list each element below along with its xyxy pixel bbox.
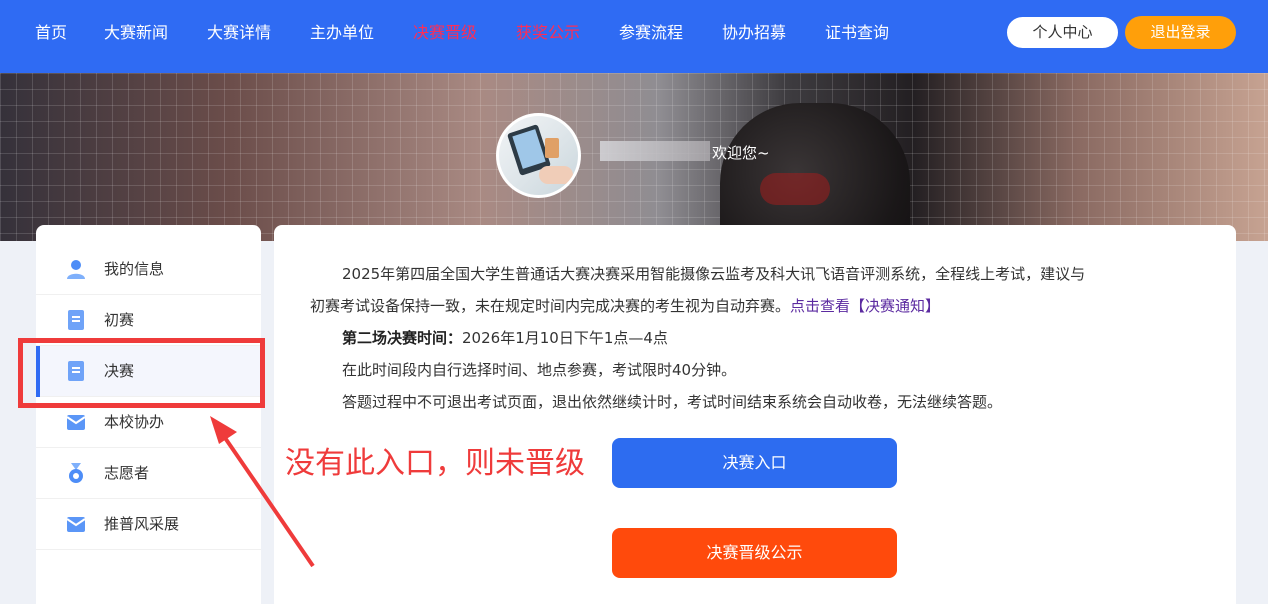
nav-co-organizer-recruit[interactable]: 协办招募 (722, 22, 786, 44)
sidebar-item-label: 我的信息 (104, 260, 165, 278)
nav-certificate-query[interactable]: 证书查询 (825, 22, 889, 44)
intro-text: 初赛考试设备保持一致，未在规定时间内完成决赛的考生视为自动弃赛。 (310, 297, 791, 315)
finals-promotion-notice-button[interactable]: 决赛晋级公示 (612, 528, 897, 578)
document-icon (68, 310, 84, 330)
finals-time-label: 第二场决赛时间： (342, 329, 463, 347)
avatar-cup-shape (545, 138, 559, 158)
sidebar-item-label: 本校协办 (104, 413, 165, 431)
intro-paragraph-line2: 初赛考试设备保持一致，未在规定时间内完成决赛的考生视为自动弃赛。点击查看【决赛通… (310, 295, 940, 317)
logout-button[interactable]: 退出登录 (1125, 16, 1236, 49)
annotation-highlight-box (18, 338, 265, 408)
finals-rule-1: 在此时间段内自行选择时间、地点参赛，考试限时40分钟。 (342, 361, 737, 379)
microphone-image (720, 103, 910, 241)
nav-news[interactable]: 大赛新闻 (104, 22, 168, 44)
sidebar-item-showcase[interactable]: 推普风采展 (36, 499, 261, 550)
top-nav-bar: 首页 大赛新闻 大赛详情 主办单位 决赛晋级 获奖公示 参赛流程 协办招募 证书… (0, 0, 1268, 73)
nav-details[interactable]: 大赛详情 (207, 22, 271, 44)
mail-icon (66, 415, 86, 430)
finals-time-value: 2026年1月10日下午1点—4点 (462, 329, 668, 347)
microphone-light (760, 173, 830, 205)
medal-icon (69, 463, 83, 483)
finals-rule-2: 答题过程中不可退出考试页面，退出依然继续计时，考试时间结束系统会自动收卷，无法继… (342, 393, 1003, 411)
username-redacted (600, 141, 710, 161)
nav-organizers[interactable]: 主办单位 (310, 22, 374, 44)
sidebar-item-label: 初赛 (104, 311, 135, 329)
sidebar-item-volunteer[interactable]: 志愿者 (36, 448, 261, 499)
sidebar-item-my-info[interactable]: 我的信息 (36, 244, 261, 295)
user-icon (67, 260, 85, 279)
avatar (496, 113, 581, 198)
profile-banner: 欢迎您~ (0, 73, 1268, 241)
sidebar-item-label: 志愿者 (104, 464, 150, 482)
finals-entry-button[interactable]: 决赛入口 (612, 438, 897, 488)
welcome-text: 欢迎您~ (712, 144, 770, 162)
sidebar-item-label: 推普风采展 (104, 515, 180, 533)
sidebar: 我的信息 初赛 决赛 本校协办 志愿者 推普风采展 (36, 225, 261, 604)
finals-time-line: 第二场决赛时间：2026年1月10日下午1点—4点 (342, 327, 668, 349)
mail-icon (66, 517, 86, 532)
nav-home[interactable]: 首页 (35, 22, 67, 44)
nav-finals-promotion[interactable]: 决赛晋级 (413, 22, 477, 44)
nav-process[interactable]: 参赛流程 (619, 22, 683, 44)
annotation-text: 没有此入口，则未晋级 (285, 446, 585, 481)
avatar-hand-shape (539, 166, 573, 184)
finals-notice-link[interactable]: 点击查看【决赛通知】 (790, 297, 940, 315)
profile-center-button[interactable]: 个人中心 (1006, 16, 1119, 49)
intro-paragraph-line1: 2025年第四届全国大学生普通话大赛决赛采用智能摄像云监考及科大讯飞语音评测系统… (342, 265, 1086, 283)
nav-award-announcement[interactable]: 获奖公示 (516, 22, 580, 44)
